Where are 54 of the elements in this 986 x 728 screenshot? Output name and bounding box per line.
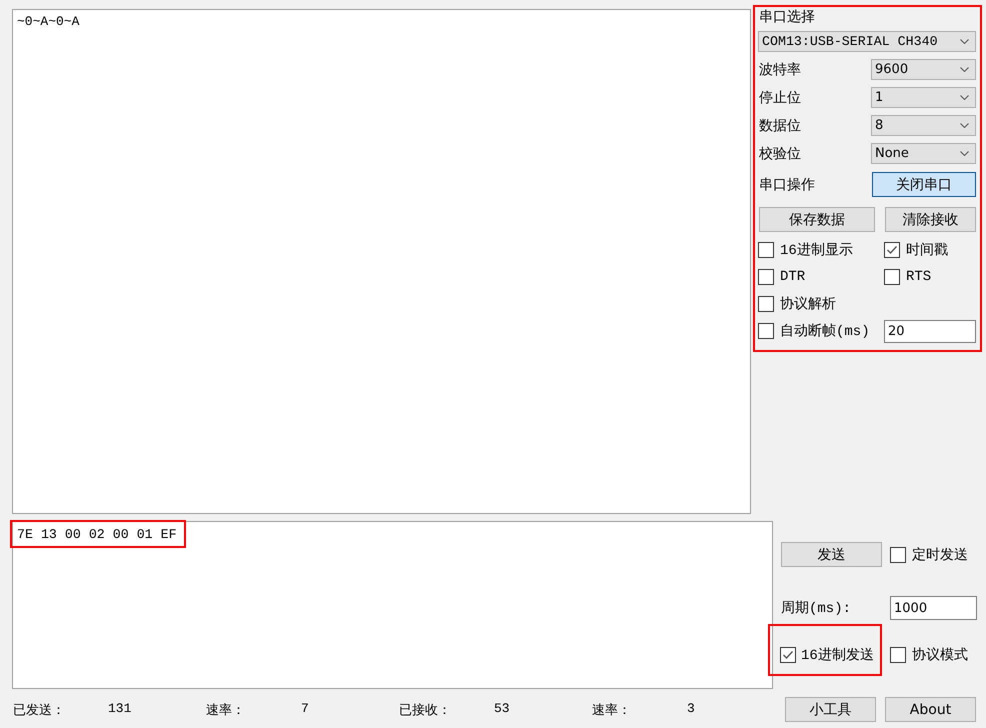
clear-receive-button[interactable]: 清除接收 [885,207,976,232]
setting-dropdown[interactable]: 9600 [871,59,976,80]
chevron-down-icon [960,151,969,156]
checkbox[interactable] [890,546,906,562]
setting-dropdown[interactable]: 1 [871,87,976,108]
checkbox-label[interactable]: 时间戳 [906,241,948,259]
checkbox-label[interactable]: 协议模式 [912,646,968,664]
status-value: 7 [301,700,309,718]
setting-label: 校验位 [759,144,801,162]
status-value: 3 [687,700,695,718]
checkbox[interactable] [758,296,774,312]
frame-timeout-field[interactable]: 20 [884,320,976,342]
tools-button[interactable]: 小工具 [785,697,876,722]
checkbox-label[interactable]: 自动断帧(ms) [780,322,870,340]
port-select-label: 串口选择 [759,8,815,27]
period-label: 周期(ms): [781,600,852,617]
checkbox[interactable] [884,269,900,285]
setting-label: 数据位 [759,116,801,134]
status-value: 53 [494,700,510,718]
status-value: 131 [108,700,132,718]
send-button[interactable]: 发送 [781,542,882,567]
checkbox[interactable] [758,323,774,339]
checkbox-label[interactable]: 16进制显示 [780,241,853,259]
hex-data-text: 7E 13 00 02 00 01 EF [17,526,177,542]
receive-text-area[interactable]: ~0~A~0~A [12,9,751,514]
status-label: 已发送： [13,702,66,718]
checkbox-label[interactable]: 16进制发送 [801,646,874,664]
status-label: 速率： [592,702,632,718]
checkbox-label[interactable]: 协议解析 [780,295,836,313]
chevron-down-icon [960,123,969,128]
port-operation-label: 串口操作 [759,176,815,194]
status-label: 速率： [206,702,246,718]
checkbox-label[interactable]: RTS [906,269,932,285]
setting-dropdown[interactable]: 8 [871,115,976,136]
save-data-button[interactable]: 保存数据 [759,207,875,232]
setting-label: 波特率 [759,60,801,78]
about-button[interactable]: About [885,697,976,722]
checkbox[interactable] [758,242,774,258]
send-text-area[interactable]: 7E 13 00 02 00 01 EF [12,521,773,689]
checkbox[interactable] [780,646,796,662]
status-label: 已接收： [399,702,452,718]
close-port-button[interactable]: 关闭串口 [872,172,976,197]
period-field[interactable]: 1000 [890,596,977,620]
checkbox[interactable] [884,242,900,258]
chevron-down-icon [960,67,969,72]
checkbox-label[interactable]: 定时发送 [912,546,968,564]
checkbox-label[interactable]: DTR [780,269,806,285]
port-dropdown[interactable]: COM13:USB-SERIAL CH340 [758,31,976,52]
setting-dropdown[interactable]: None [871,143,976,164]
chevron-down-icon [960,95,969,100]
checkbox[interactable] [890,646,906,662]
chevron-down-icon [960,39,969,44]
setting-label: 停止位 [759,88,801,106]
checkbox[interactable] [758,269,774,285]
